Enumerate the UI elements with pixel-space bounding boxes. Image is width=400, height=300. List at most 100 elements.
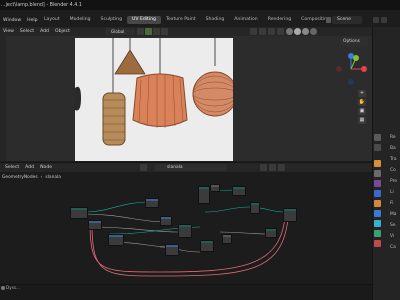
breadcrumb-root[interactable]: GeometryNodes [0, 175, 38, 180]
window-title: ...ject\lamp.blend] - Blender 4.4.1 [1, 2, 82, 8]
navigation-gizmo[interactable] [334, 52, 368, 86]
node-tree-selector[interactable]: slanala [155, 164, 227, 171]
material-properties-icon[interactable] [374, 240, 381, 247]
node-tree-type-icon[interactable] [140, 164, 147, 171]
object-properties-icon[interactable] [374, 200, 381, 207]
tab-texture-paint[interactable]: Texture Paint [161, 16, 201, 24]
physics-properties-icon[interactable] [374, 220, 381, 227]
breadcrumb-separator-icon: › [40, 174, 43, 180]
geometry-node-1[interactable] [178, 224, 192, 238]
overlays-icon[interactable] [268, 28, 275, 35]
tab-uv-editing[interactable]: UV Editing [126, 16, 161, 24]
prop-label-5: Pre [390, 179, 397, 184]
scene-selector[interactable]: Scene [332, 16, 362, 24]
math-node-4[interactable] [108, 234, 124, 246]
prop-label-6: Li [390, 190, 394, 195]
app-menubar: Window Help [0, 16, 41, 24]
prop-label-9: Se [390, 223, 396, 228]
gizmo-icon[interactable] [259, 28, 266, 35]
prop-label-2: Ba [390, 146, 396, 151]
scene-name: Scene [337, 17, 352, 22]
tab-layout[interactable]: Layout [39, 16, 65, 24]
tab-animation[interactable]: Animation [229, 16, 262, 24]
options-label: Options [343, 39, 360, 44]
geometry-node-2[interactable] [198, 186, 210, 204]
tab-rendering[interactable]: Rendering [263, 16, 296, 24]
prop-label-1: Re [390, 135, 396, 140]
prop-label-10: Vi [390, 234, 395, 239]
math-node-1[interactable] [88, 220, 102, 230]
options-dropdown[interactable]: Options [340, 38, 368, 46]
toolbar-strip [0, 36, 6, 161]
transform-orientation-value: Global [111, 29, 125, 34]
node-menu-add[interactable]: Add [22, 165, 37, 170]
tab-modeling[interactable]: Modeling [65, 16, 96, 24]
proportional-edit-icon[interactable] [153, 28, 160, 35]
window-titlebar: ...ject\lamp.blend] - Blender 4.4.1 [0, 0, 400, 10]
prop-label-7: Fi [390, 201, 394, 206]
math-node-2[interactable] [145, 198, 159, 208]
visibility-icon[interactable] [250, 28, 257, 35]
math-node-5[interactable] [165, 244, 179, 256]
rendered-shading-icon[interactable] [310, 28, 317, 35]
tool-properties-icon[interactable] [374, 134, 381, 141]
scene-icon [326, 17, 331, 23]
wireframe-shading-icon[interactable] [286, 28, 293, 35]
world-properties-icon[interactable] [374, 190, 381, 197]
neg-x-axis-dot[interactable] [336, 66, 342, 72]
viewport-menu-select[interactable]: Select [17, 29, 37, 34]
y-axis-dot[interactable] [353, 55, 359, 61]
zoom-icon[interactable]: + [358, 90, 366, 97]
scene-properties-icon[interactable] [374, 180, 381, 187]
material-shading-icon[interactable] [302, 28, 309, 35]
hand-icon[interactable]: ✋ [358, 99, 366, 106]
render-properties-icon[interactable] [374, 144, 381, 151]
geometry-node-5[interactable] [200, 240, 214, 252]
geometry-node-6[interactable] [265, 228, 277, 238]
solid-shading-icon[interactable] [294, 28, 301, 35]
geometry-node-3[interactable] [232, 186, 246, 196]
x-axis-dot[interactable] [361, 66, 367, 72]
overlay-node-icon[interactable] [278, 164, 285, 171]
modifier-properties-icon[interactable] [374, 210, 381, 217]
breadcrumb: GeometryNodes › slanala [0, 173, 61, 181]
status-text: Dyss... [6, 285, 21, 290]
snap-icon[interactable] [145, 28, 152, 35]
math-node-3[interactable] [160, 216, 172, 226]
camera-icon[interactable]: ▣ [358, 108, 366, 115]
viewport-menu-add[interactable]: Add [37, 29, 52, 34]
node-menu-select[interactable]: Select [2, 165, 22, 170]
geometry-node-4[interactable] [250, 202, 260, 214]
viewport-menu-object[interactable]: Object [52, 29, 73, 34]
neg-z-axis-dot[interactable] [348, 79, 354, 85]
node-canvas[interactable] [0, 172, 372, 284]
view-layer-area[interactable] [372, 17, 398, 23]
tab-shading[interactable]: Shading [201, 16, 230, 24]
value-node-2[interactable] [222, 234, 232, 244]
group-output-node[interactable] [283, 208, 297, 222]
workspace-tabs: Layout Modeling Sculpting UV Editing Tex… [39, 16, 361, 24]
node-tree-name: slanala [167, 165, 183, 170]
transform-orientation-dropdown[interactable]: Global [105, 28, 135, 35]
constraint-properties-icon[interactable] [374, 230, 381, 237]
menu-window[interactable]: Window [0, 18, 24, 23]
tab-sculpting[interactable]: Sculpting [96, 16, 127, 24]
group-input-node[interactable] [70, 207, 88, 219]
pin-icon[interactable] [260, 164, 267, 171]
breadcrumb-child[interactable]: slanala [45, 175, 61, 180]
xray-icon[interactable] [277, 28, 284, 35]
value-node-1[interactable] [210, 184, 220, 192]
view-layer-properties-icon[interactable] [374, 170, 381, 177]
viewport-menu-view[interactable]: View [0, 29, 17, 34]
pivot-icon[interactable] [137, 28, 144, 35]
snap-node-icon[interactable] [269, 164, 276, 171]
prop-label-11: Ca [390, 245, 396, 250]
node-menu-node[interactable]: Node [37, 165, 55, 170]
prop-label-3: Tra [390, 157, 397, 162]
mouse-icon [1, 286, 5, 290]
prop-label-8: Ma [390, 212, 397, 217]
overlay-toggle-icon[interactable] [161, 28, 168, 35]
view-layer-icons [373, 17, 387, 23]
grid-icon[interactable]: ▦ [358, 117, 366, 124]
output-properties-icon[interactable] [374, 160, 381, 167]
